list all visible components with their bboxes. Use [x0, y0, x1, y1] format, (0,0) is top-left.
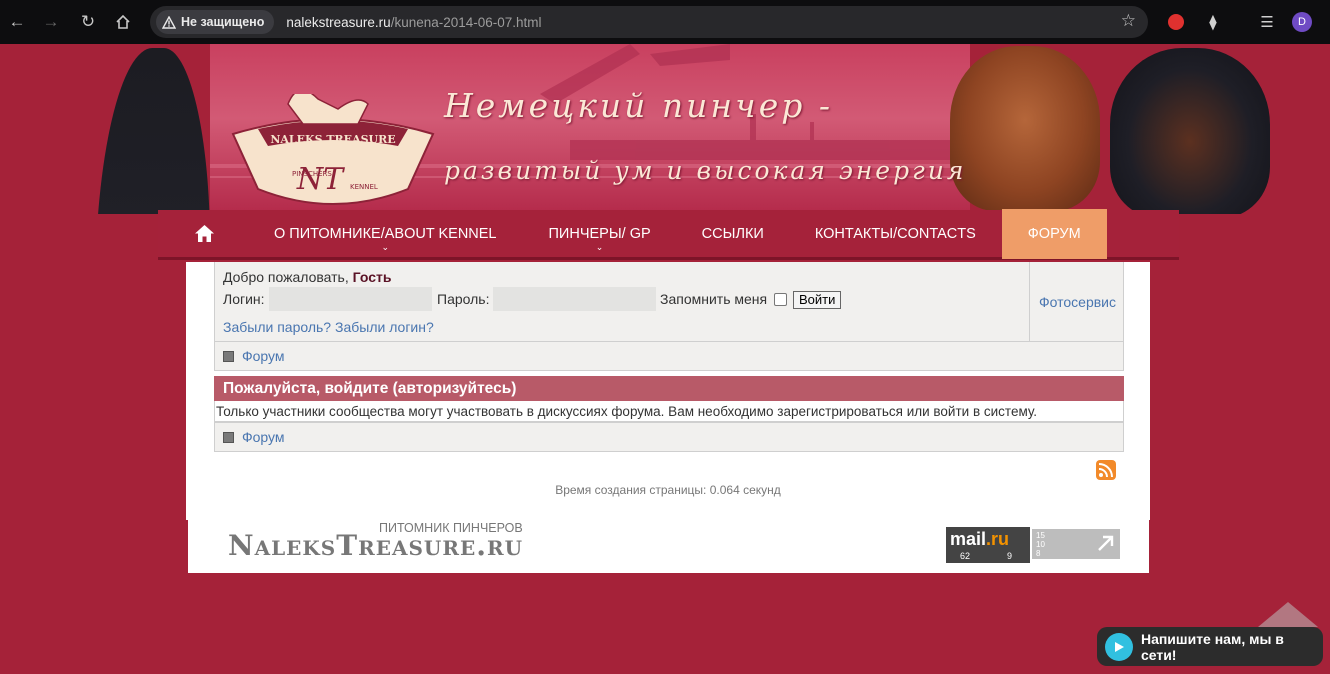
nav-pinschers-label: ПИНЧЕРЫ/ GP — [548, 225, 651, 242]
nav-links[interactable]: ССЫЛКИ — [702, 209, 764, 259]
nav-forum[interactable]: ФОРУМ — [1001, 208, 1107, 259]
chat-play-icon — [1105, 632, 1133, 661]
chevron-down-icon: ⌄ — [595, 241, 604, 252]
nav-pinschers[interactable]: ПИНЧЕРЫ/ GP ⌄ — [549, 209, 651, 259]
footer-logo[interactable]: NaleksTreasure.ru — [228, 529, 523, 562]
login-button[interactable]: Войти — [793, 291, 842, 309]
chevron-down-icon: ⌄ — [381, 241, 390, 252]
welcome-user: Гость — [352, 269, 392, 285]
scroll-top-button[interactable] — [1258, 602, 1318, 627]
breadcrumb-square-icon — [223, 431, 234, 443]
extensions-puzzle-icon[interactable]: ⧫ — [1202, 11, 1224, 33]
reading-list-icon[interactable]: ☰ — [1256, 11, 1278, 33]
site-header: NALEKS TREASURE PINSCHERS KENNEL NT Неме… — [0, 44, 1330, 214]
forum-content: Добро пожаловать, Гость Логин: Пароль: З… — [186, 262, 1150, 520]
forgot-password-link[interactable]: Забыли пароль? — [223, 319, 331, 335]
forgot-login-link[interactable]: Забыли логин? — [335, 319, 434, 335]
security-chip[interactable]: Не защищено — [156, 10, 275, 34]
rss-icon[interactable] — [1096, 460, 1116, 480]
mailru-count-2: 9 — [1007, 551, 1013, 561]
slogan-line-2: развитый ум и высокая энергия — [444, 156, 967, 185]
password-field[interactable] — [493, 287, 656, 311]
password-label: Пароль: — [437, 291, 490, 307]
url-path: /kunena-2014-06-07.html — [390, 14, 542, 30]
left-dog-image — [95, 48, 210, 214]
remember-checkbox[interactable] — [774, 293, 787, 306]
mailru-counter[interactable]: mail.ru 62 9 — [946, 527, 1030, 563]
chat-label: Напишите нам, мы в сети! — [1140, 630, 1284, 663]
right-black-dog-image — [1110, 48, 1270, 214]
breadcrumb-forum-link[interactable]: Форум — [242, 348, 285, 364]
main-navigation: О ПИТОМНИКЕ/ABOUT KENNEL ⌄ ПИНЧЕРЫ/ GP ⌄… — [158, 208, 1179, 260]
welcome-text: Добро пожаловать, Гость — [223, 269, 391, 285]
url-host: nalekstreasure.ru — [286, 14, 391, 30]
welcome-prefix: Добро пожаловать, — [223, 269, 349, 285]
counter-value-c: 8 — [1036, 549, 1041, 558]
back-icon[interactable]: ← — [0, 5, 34, 39]
nav-contacts-label: КОНТАКТЫ/CONTACTS — [814, 225, 976, 242]
mailru-brand: mail — [950, 529, 987, 549]
chat-widget[interactable]: Напишите нам, мы в сети! — [1097, 627, 1323, 666]
username-field[interactable] — [269, 287, 432, 311]
mailru-count-1: 62 — [960, 551, 971, 561]
forward-icon[interactable]: → — [34, 5, 68, 39]
logo-mark: NT — [296, 162, 345, 197]
nav-about-label: О ПИТОМНИКЕ/ABOUT KENNEL — [274, 225, 497, 242]
url-text[interactable]: nalekstreasure.ru/kunena-2014-06-07.html — [286, 15, 541, 30]
breadcrumb-bottom-forum-link[interactable]: Форум — [242, 429, 285, 445]
login-panel: Добро пожаловать, Гость Логин: Пароль: З… — [214, 262, 1124, 342]
photo-service-link[interactable]: Фотосервис — [1029, 262, 1125, 342]
nav-forum-label: ФОРУМ — [1027, 225, 1081, 242]
logo-text: NALEKS TREASURE — [270, 133, 395, 146]
security-label: Не защищено — [181, 15, 265, 29]
profile-avatar[interactable]: D — [1292, 12, 1312, 32]
right-brown-dog-image — [950, 46, 1100, 211]
counter-value-a: 15 — [1036, 531, 1045, 540]
site-footer: ПИТОМНИК ПИНЧЕРОВ NaleksTreasure.ru mail… — [188, 519, 1149, 573]
nav-links-label: ССЫЛКИ — [701, 225, 764, 242]
nav-about-kennel[interactable]: О ПИТОМНИКЕ/ABOUT KENNEL ⌄ — [274, 209, 497, 259]
extension-red-icon[interactable] — [1165, 11, 1187, 33]
username-label: Логин: — [223, 291, 265, 307]
page-generation-time: Время создания страницы: 0.064 секунд — [555, 483, 781, 497]
liveinternet-counter[interactable]: 15 10 8 — [1032, 529, 1120, 559]
slogan-line-1: Немецкий пинчер - — [444, 86, 833, 125]
warning-icon — [162, 15, 176, 29]
login-required-title: Пожалуйста, войдите (авторизуйтесь) — [214, 376, 1124, 401]
home-browser-icon[interactable] — [106, 5, 140, 39]
nav-contacts[interactable]: КОНТАКТЫ/CONTACTS — [815, 209, 976, 259]
breadcrumb-square-icon — [223, 350, 234, 362]
kennel-logo: NALEKS TREASURE PINSCHERS KENNEL NT — [228, 89, 438, 205]
counter-value-b: 10 — [1036, 540, 1045, 549]
login-required-message: Только участники сообщества могут участв… — [214, 401, 1124, 422]
breadcrumb-bottom: Форум — [214, 422, 1124, 452]
bookmark-star-icon[interactable]: ☆ — [1121, 11, 1136, 31]
breadcrumb: Форум — [214, 341, 1124, 371]
mailru-logo: mail.ru — [950, 529, 1009, 550]
home-icon — [194, 225, 214, 242]
nav-home[interactable] — [158, 209, 238, 259]
remember-label: Запомнить меня — [660, 291, 768, 307]
logo-sub-right: KENNEL — [350, 183, 378, 191]
browser-toolbar: ← → ↻ Не защищено nalekstreasure.ru/kune… — [0, 0, 1330, 44]
arrow-up-right-icon — [1098, 535, 1114, 551]
mailru-tld: .ru — [986, 529, 1010, 549]
reload-icon[interactable]: ↻ — [71, 5, 105, 39]
address-bar[interactable]: Не защищено nalekstreasure.ru/kunena-201… — [150, 6, 1148, 38]
